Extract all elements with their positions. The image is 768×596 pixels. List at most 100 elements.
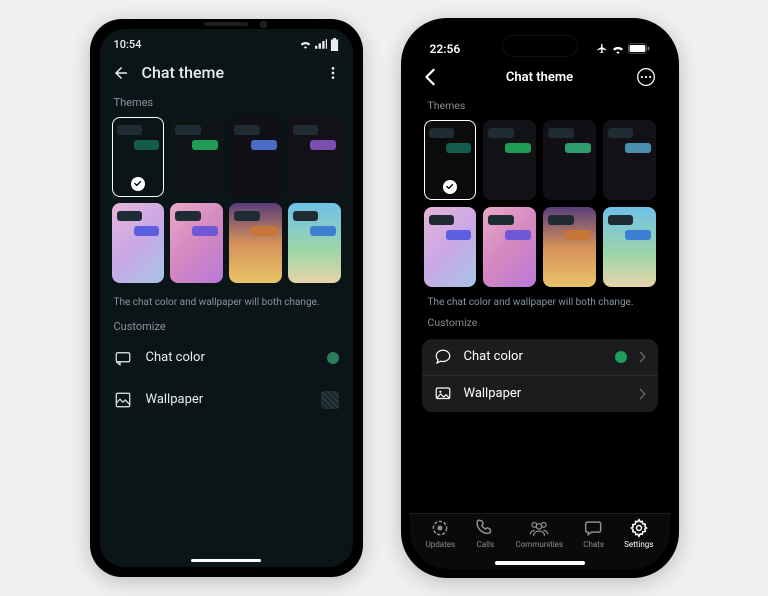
theme-card[interactable] [543,120,596,200]
wifi-icon [611,44,625,54]
wifi-icon [299,39,312,49]
theme-card[interactable] [112,117,165,197]
outgoing-bubble [310,140,336,150]
airplane-icon [596,43,608,54]
front-camera [260,21,267,28]
updates-icon [430,518,450,538]
incoming-bubble [429,215,455,225]
theme-card[interactable] [170,203,223,283]
iphone-device-frame: 22:56 Chat theme Themes The chat color a… [401,18,679,578]
theme-card[interactable] [288,203,341,283]
selected-checkmark-icon [131,177,145,191]
calls-icon [475,518,495,538]
outgoing-bubble [625,230,651,240]
outgoing-bubble [251,140,277,150]
themes-section-label: Themes [410,97,670,118]
theme-card[interactable] [170,117,223,197]
theme-card[interactable] [483,207,536,287]
battery-icon [628,43,650,54]
chat-color-row[interactable]: Chat color [100,337,353,379]
helper-text: The chat color and wallpaper will both c… [410,289,670,314]
outgoing-bubble [505,230,531,240]
chat-color-icon [114,349,132,367]
battery-icon [330,38,339,51]
more-options-icon[interactable] [325,65,341,81]
tab-chats[interactable]: Chats [583,518,604,549]
chat-color-swatch [327,352,339,364]
chat-bubble-icon [434,348,452,366]
theme-card[interactable] [112,203,165,283]
wallpaper-label: Wallpaper [464,386,597,401]
outgoing-bubble [446,230,472,240]
tab-settings[interactable]: Settings [624,518,653,549]
incoming-bubble [293,211,319,221]
chevron-right-icon [639,351,646,363]
theme-card[interactable] [288,117,341,197]
wallpaper-row[interactable]: Wallpaper [100,379,353,421]
status-time: 22:56 [430,42,461,56]
theme-card[interactable] [229,203,282,283]
android-themes-grid [100,113,353,287]
chats-icon [584,518,604,538]
outgoing-bubble [565,143,591,153]
incoming-bubble [429,128,455,138]
settings-icon [629,518,649,538]
incoming-bubble [488,128,514,138]
chat-color-label: Chat color [464,349,603,364]
wallpaper-thumbnail [321,391,339,409]
back-arrow-icon[interactable] [112,64,130,82]
theme-card[interactable] [424,120,477,200]
theme-card[interactable] [603,120,656,200]
customize-section-label: Customize [100,314,353,337]
android-device-frame: 10:54 Chat theme Themes The chat color a… [90,19,363,577]
chat-color-row[interactable]: Chat color [422,339,658,376]
outgoing-bubble [505,143,531,153]
customize-section-label: Customize [410,314,670,335]
incoming-bubble [175,211,201,221]
theme-card[interactable] [424,207,477,287]
more-circle-icon[interactable] [636,67,656,87]
incoming-bubble [548,128,574,138]
chat-color-swatch [615,351,627,363]
tab-updates[interactable]: Updates [426,518,456,549]
android-appbar: Chat theme [100,55,353,90]
outgoing-bubble [192,140,218,150]
status-time: 10:54 [114,38,142,51]
incoming-bubble [117,211,143,221]
chat-color-label: Chat color [146,350,313,365]
tab-calls[interactable]: Calls [475,518,495,549]
outgoing-bubble [565,230,591,240]
wallpaper-row[interactable]: Wallpaper [422,376,658,412]
back-chevron-icon[interactable] [424,68,436,86]
tab-label: Chats [583,540,604,549]
incoming-bubble [234,211,260,221]
outgoing-bubble [251,226,277,236]
android-nav-indicator [191,559,261,562]
dynamic-island [502,35,578,57]
helper-text: The chat color and wallpaper will both c… [100,287,353,314]
selected-checkmark-icon [443,180,457,194]
tab-communities[interactable]: Communities [516,518,564,549]
theme-card[interactable] [543,207,596,287]
status-icons [299,38,339,51]
wallpaper-label: Wallpaper [146,392,307,407]
iphone-home-indicator [495,561,585,565]
iphone-screen: 22:56 Chat theme Themes The chat color a… [410,27,670,569]
status-icons [596,43,650,54]
incoming-bubble [548,215,574,225]
tab-label: Communities [516,540,564,549]
communities-icon [528,518,550,538]
chevron-right-icon [639,388,646,400]
incoming-bubble [608,128,634,138]
theme-card[interactable] [483,120,536,200]
theme-card[interactable] [603,207,656,287]
outgoing-bubble [134,226,160,236]
iphone-themes-grid [410,118,670,289]
incoming-bubble [293,125,319,135]
wallpaper-icon [434,385,452,403]
page-title: Chat theme [506,70,573,85]
outgoing-bubble [310,226,336,236]
theme-card[interactable] [229,117,282,197]
incoming-bubble [175,125,201,135]
incoming-bubble [608,215,634,225]
